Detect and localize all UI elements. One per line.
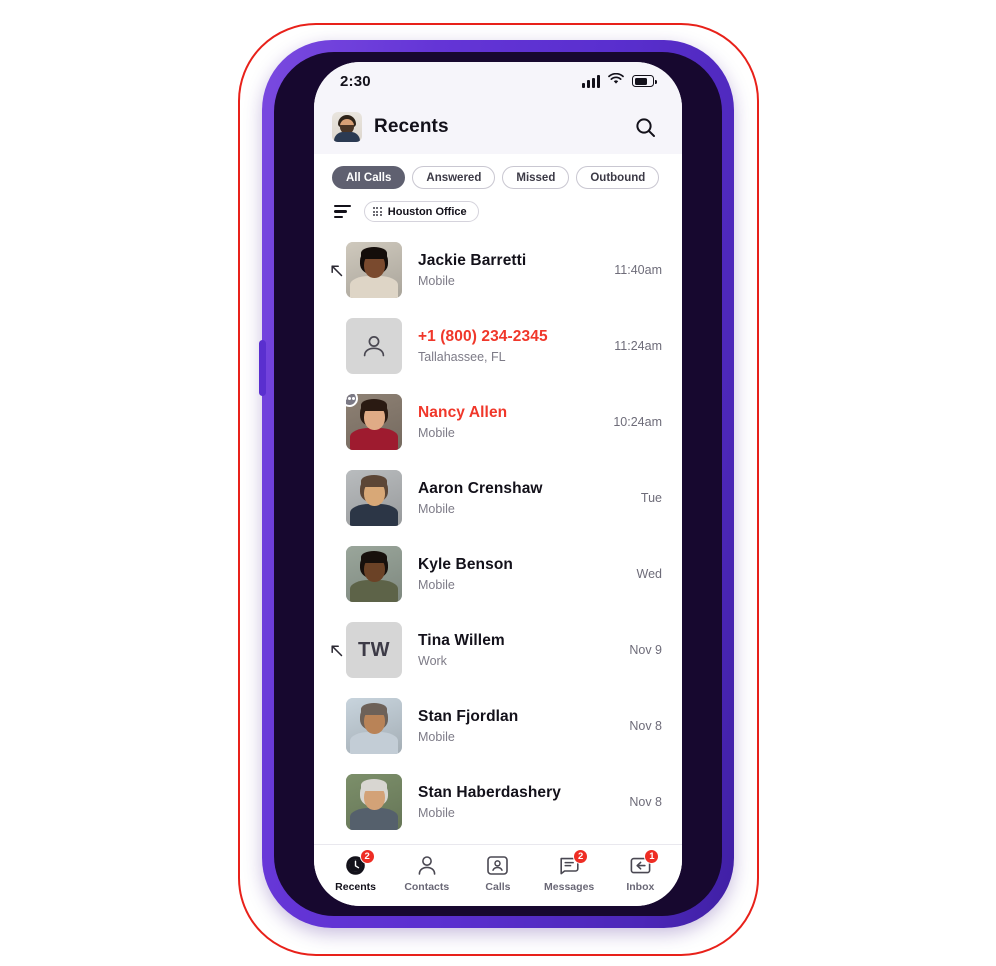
- tab-label: Calls: [485, 880, 511, 893]
- wifi-icon: [608, 72, 624, 90]
- avatar[interactable]: [332, 112, 362, 142]
- call-row-text: Nancy Allen Mobile: [402, 404, 605, 440]
- call-contact-name: Kyle Benson: [418, 556, 513, 573]
- filter-chip-row: All Calls Answered Missed Outbound: [314, 154, 682, 189]
- contact-avatar[interactable]: [346, 394, 402, 450]
- tab-label: Recents: [335, 880, 377, 893]
- call-contact-name: Aaron Crenshaw: [418, 480, 543, 497]
- contact-avatar[interactable]: TW: [346, 622, 402, 678]
- call-row-text: Kyle Benson Mobile: [402, 556, 629, 592]
- page-title: Recents: [374, 116, 449, 137]
- call-row[interactable]: Stan Haberdashery Mobile Nov 8: [314, 764, 682, 840]
- tab-label: Contacts: [404, 880, 450, 893]
- contact-placeholder-icon: [346, 318, 402, 374]
- call-row[interactable]: Stan Fjordlan Mobile Nov 8: [314, 688, 682, 764]
- tab-label: Inbox: [626, 880, 655, 893]
- call-row-text: +1 (800) 234-2345 Tallahassee, FL: [402, 328, 606, 364]
- messages-document-icon: 2: [558, 848, 589, 876]
- call-row-text: Jackie Barretti Mobile: [402, 252, 606, 288]
- location-filter-chip[interactable]: Houston Office: [364, 201, 479, 222]
- call-timestamp: 10:24am: [613, 415, 662, 429]
- outbound-call-arrow-icon: [328, 644, 344, 657]
- filter-chip-outbound[interactable]: Outbound: [576, 166, 660, 189]
- call-line-type: Mobile: [418, 806, 455, 820]
- call-row[interactable]: TW Tina Willem Work Nov 9: [314, 612, 682, 688]
- calls-card-icon: [487, 855, 509, 876]
- call-contact-name: Tina Willem: [418, 632, 505, 649]
- call-list[interactable]: Jackie Barretti Mobile 11:40am +1 (800) 234…: [314, 232, 682, 844]
- call-row-text: Tina Willem Work: [402, 632, 621, 668]
- call-line-type: Mobile: [418, 730, 455, 744]
- battery-icon: [632, 75, 657, 87]
- phone-side-button[interactable]: [259, 340, 266, 396]
- filter-chip-all-calls[interactable]: All Calls: [332, 166, 406, 189]
- call-timestamp: Nov 8: [629, 795, 662, 809]
- call-timestamp: Tue: [640, 491, 662, 505]
- tab-contacts[interactable]: Contacts: [396, 855, 458, 893]
- contact-avatar[interactable]: [346, 470, 402, 526]
- call-contact-name: Jackie Barretti: [418, 252, 527, 269]
- call-line-type: Work: [418, 654, 447, 668]
- call-timestamp: 11:40am: [614, 263, 662, 277]
- call-timestamp: Nov 8: [629, 719, 662, 733]
- filter-chip-answered[interactable]: Answered: [412, 166, 496, 189]
- contacts-person-icon: [416, 855, 438, 876]
- app-header: Recents: [314, 100, 682, 154]
- call-contact-name: Stan Haberdashery: [418, 784, 561, 801]
- call-timestamp: Nov 9: [629, 643, 662, 657]
- call-line-type: Mobile: [418, 502, 455, 516]
- outbound-call-arrow-icon: [328, 264, 344, 277]
- call-timestamp: Wed: [636, 567, 662, 581]
- contact-avatar[interactable]: [346, 546, 402, 602]
- call-contact-name: Stan Fjordlan: [418, 708, 519, 725]
- contact-avatar[interactable]: [346, 242, 402, 298]
- phone-screen: 2:30 Recents All Calls Answered Missed O…: [314, 62, 682, 906]
- recents-clock-icon: 2: [345, 848, 375, 876]
- status-icons: [582, 72, 657, 90]
- tab-inbox[interactable]: 1 Inbox: [609, 848, 671, 893]
- call-contact-name: +1 (800) 234-2345: [418, 328, 548, 345]
- call-row-text: Stan Haberdashery Mobile: [402, 784, 621, 820]
- dot-grid-icon: [373, 207, 382, 216]
- call-line-type: Tallahassee, FL: [418, 350, 506, 364]
- avatar-initials: TW: [357, 638, 391, 661]
- call-line-type: Mobile: [418, 578, 455, 592]
- call-row-text: Aaron Crenshaw Mobile: [402, 480, 633, 516]
- call-line-type: Mobile: [418, 274, 455, 288]
- call-line-type: Mobile: [418, 426, 455, 440]
- call-row[interactable]: Jackie Barretti Mobile 11:40am: [314, 232, 682, 308]
- call-row[interactable]: Nancy Allen Mobile 10:24am: [314, 384, 682, 460]
- status-bar: 2:30: [314, 62, 682, 100]
- contact-avatar[interactable]: [346, 774, 402, 830]
- contact-avatar[interactable]: [346, 318, 402, 374]
- search-icon[interactable]: [632, 114, 658, 140]
- screenshot-stage: 2:30 Recents All Calls Answered Missed O…: [0, 0, 996, 966]
- call-row[interactable]: Aaron Crenshaw Mobile Tue: [314, 460, 682, 536]
- tab-badge: 1: [644, 848, 660, 864]
- call-timestamp: 11:24am: [614, 339, 662, 353]
- tab-badge: 2: [573, 848, 589, 864]
- tab-messages[interactable]: 2 Messages: [538, 848, 600, 893]
- bottom-tab-bar: 2 Recents Contacts Calls 2 Messages 1 Inbox: [314, 844, 682, 906]
- cellular-signal-icon: [582, 74, 600, 88]
- call-contact-name: Nancy Allen: [418, 404, 508, 421]
- inbox-tray-icon: 1: [629, 848, 660, 876]
- tab-label: Messages: [544, 880, 595, 893]
- tab-calls[interactable]: Calls: [467, 855, 529, 893]
- call-row[interactable]: Kyle Benson Mobile Wed: [314, 536, 682, 612]
- location-filter-label: Houston Office: [387, 205, 467, 218]
- call-row[interactable]: +1 (800) 234-2345 Tallahassee, FL 11:24am: [314, 308, 682, 384]
- contact-avatar[interactable]: [346, 698, 402, 754]
- tab-badge: 2: [359, 848, 375, 864]
- status-time: 2:30: [340, 72, 371, 90]
- tab-recents[interactable]: 2 Recents: [325, 848, 387, 893]
- sort-row: Houston Office: [314, 189, 682, 232]
- call-row-text: Stan Fjordlan Mobile: [402, 708, 621, 744]
- sort-icon[interactable]: [334, 204, 351, 219]
- filter-chip-missed[interactable]: Missed: [502, 166, 570, 189]
